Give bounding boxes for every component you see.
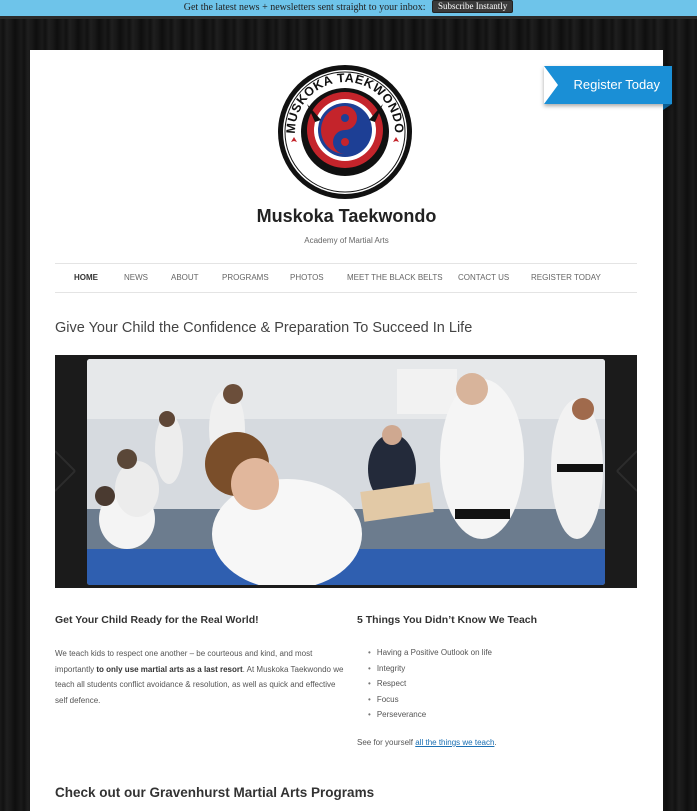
image-slider[interactable] [55, 355, 637, 588]
nav-photos[interactable]: PHOTOS [290, 264, 324, 292]
newsletter-message: Get the latest news + newsletters sent s… [183, 2, 426, 13]
topbar-edge [0, 16, 697, 19]
left-column-text: We teach kids to respect one another – b… [55, 646, 345, 708]
nav-news[interactable]: NEWS [124, 264, 148, 292]
nav-programs[interactable]: PROGRAMS [222, 264, 269, 292]
nav-meet-black-belts[interactable]: MEET THE BLACK BELTS [347, 264, 443, 292]
list-item: Focus [368, 692, 492, 708]
site-title[interactable]: Muskoka Taekwondo [30, 206, 663, 227]
things-we-teach-list: Having a Positive Outlook on life Integr… [368, 645, 492, 723]
list-item: Integrity [368, 661, 492, 677]
subscribe-button[interactable]: Subscribe Instantly [431, 0, 514, 13]
newsletter-bar: Get the latest news + newsletters sent s… [0, 0, 697, 16]
left-column-heading: Get Your Child Ready for the Real World! [55, 614, 259, 626]
all-things-we-teach-link[interactable]: all the things we teach [415, 738, 494, 747]
nav-contact-us[interactable]: CONTACT US [458, 264, 509, 292]
list-item: Respect [368, 676, 492, 692]
see-all-line: See for yourself all the things we teach… [357, 738, 497, 747]
main-nav: HOME NEWS ABOUT PROGRAMS PHOTOS MEET THE… [55, 263, 637, 293]
nav-home[interactable]: HOME [74, 264, 98, 292]
list-item: Having a Positive Outlook on life [368, 645, 492, 661]
hero-title: Give Your Child the Confidence & Prepara… [55, 320, 473, 336]
nav-about[interactable]: ABOUT [171, 264, 199, 292]
see-suffix: . [494, 738, 497, 747]
programs-heading: Check out our Gravenhurst Martial Arts P… [55, 785, 375, 800]
right-column-heading: 5 Things You Didn’t Know We Teach [357, 614, 538, 626]
site-logo[interactable]: MUSKOKA TAEKWONDO 지도관 태권도 [277, 64, 413, 200]
site-tagline: Academy of Martial Arts [304, 236, 389, 245]
ribbon-fold [663, 104, 672, 110]
slide-photo [87, 359, 605, 585]
register-today-button[interactable]: Register Today [544, 66, 672, 104]
nav-register-today[interactable]: REGISTER TODAY [531, 264, 601, 292]
left-text-bold: to only use martial arts as a last resor… [96, 664, 243, 674]
list-item: Perseverance [368, 707, 492, 723]
see-prefix: See for yourself [357, 738, 416, 747]
